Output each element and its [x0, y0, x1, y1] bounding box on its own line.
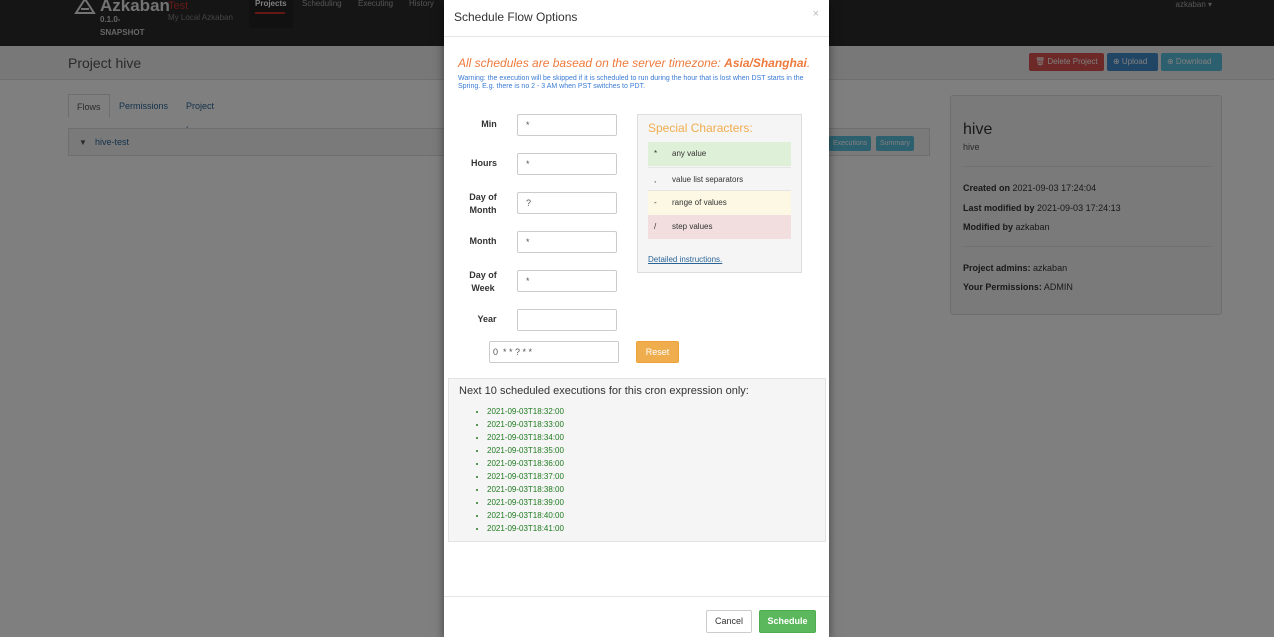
- list-item: 2021-09-03T18:41:00: [487, 522, 564, 535]
- min-input[interactable]: [517, 114, 617, 136]
- year-input[interactable]: [517, 309, 617, 331]
- modal-header: Schedule Flow Options ×: [444, 0, 829, 37]
- year-label: Year: [477, 314, 497, 324]
- month-input[interactable]: [517, 231, 617, 253]
- cancel-button[interactable]: Cancel: [706, 610, 752, 633]
- min-label: Min: [481, 119, 497, 129]
- list-item: 2021-09-03T18:35:00: [487, 444, 564, 457]
- day-of-month-label: Day of Month: [469, 192, 497, 215]
- month-label: Month: [469, 236, 497, 246]
- detailed-instructions-link[interactable]: Detailed instructions.: [648, 255, 722, 264]
- list-item: 2021-09-03T18:34:00: [487, 431, 564, 444]
- list-item: 2021-09-03T18:39:00: [487, 496, 564, 509]
- list-item: 2021-09-03T18:33:00: [487, 418, 564, 431]
- list-item: 2021-09-03T18:36:00: [487, 457, 564, 470]
- next-executions-title: Next 10 scheduled executions for this cr…: [459, 385, 749, 397]
- reset-button[interactable]: Reset: [636, 341, 679, 363]
- schedule-flow-modal: Schedule Flow Options × All schedules ar…: [444, 0, 829, 637]
- timezone-notice: All schedules are basead on the server t…: [458, 56, 811, 70]
- special-char-any: * any value: [648, 142, 791, 166]
- close-icon[interactable]: ×: [813, 8, 819, 20]
- schedule-button[interactable]: Schedule: [759, 610, 816, 633]
- special-char-step: / step values: [648, 215, 791, 239]
- modal-footer: Cancel Schedule: [444, 596, 829, 637]
- special-characters-title: Special Characters:: [648, 121, 753, 135]
- list-item: 2021-09-03T18:32:00: [487, 405, 564, 418]
- timezone-value: Asia/Shanghai: [724, 56, 807, 70]
- day-of-week-label: Day of Week: [469, 270, 497, 293]
- next-executions-panel: Next 10 scheduled executions for this cr…: [448, 378, 826, 542]
- day-of-week-input[interactable]: [517, 270, 617, 292]
- dst-warning: Warning: the execution will be skipped i…: [458, 75, 804, 90]
- special-char-range: - range of values: [648, 191, 791, 215]
- special-char-list: , value list separators: [648, 167, 791, 191]
- list-item: 2021-09-03T18:37:00: [487, 470, 564, 483]
- cron-expression-input[interactable]: [489, 341, 619, 363]
- list-item: 2021-09-03T18:38:00: [487, 483, 564, 496]
- special-characters-panel: Special Characters: * any value , value li…: [637, 114, 802, 273]
- list-item: 2021-09-03T18:40:00: [487, 509, 564, 522]
- modal-title: Schedule Flow Options: [454, 10, 578, 24]
- next-executions-list: 2021-09-03T18:32:00 2021-09-03T18:33:00 …: [475, 405, 564, 535]
- hours-input[interactable]: [517, 153, 617, 175]
- hours-label: Hours: [470, 158, 497, 168]
- day-of-month-input[interactable]: [517, 192, 617, 214]
